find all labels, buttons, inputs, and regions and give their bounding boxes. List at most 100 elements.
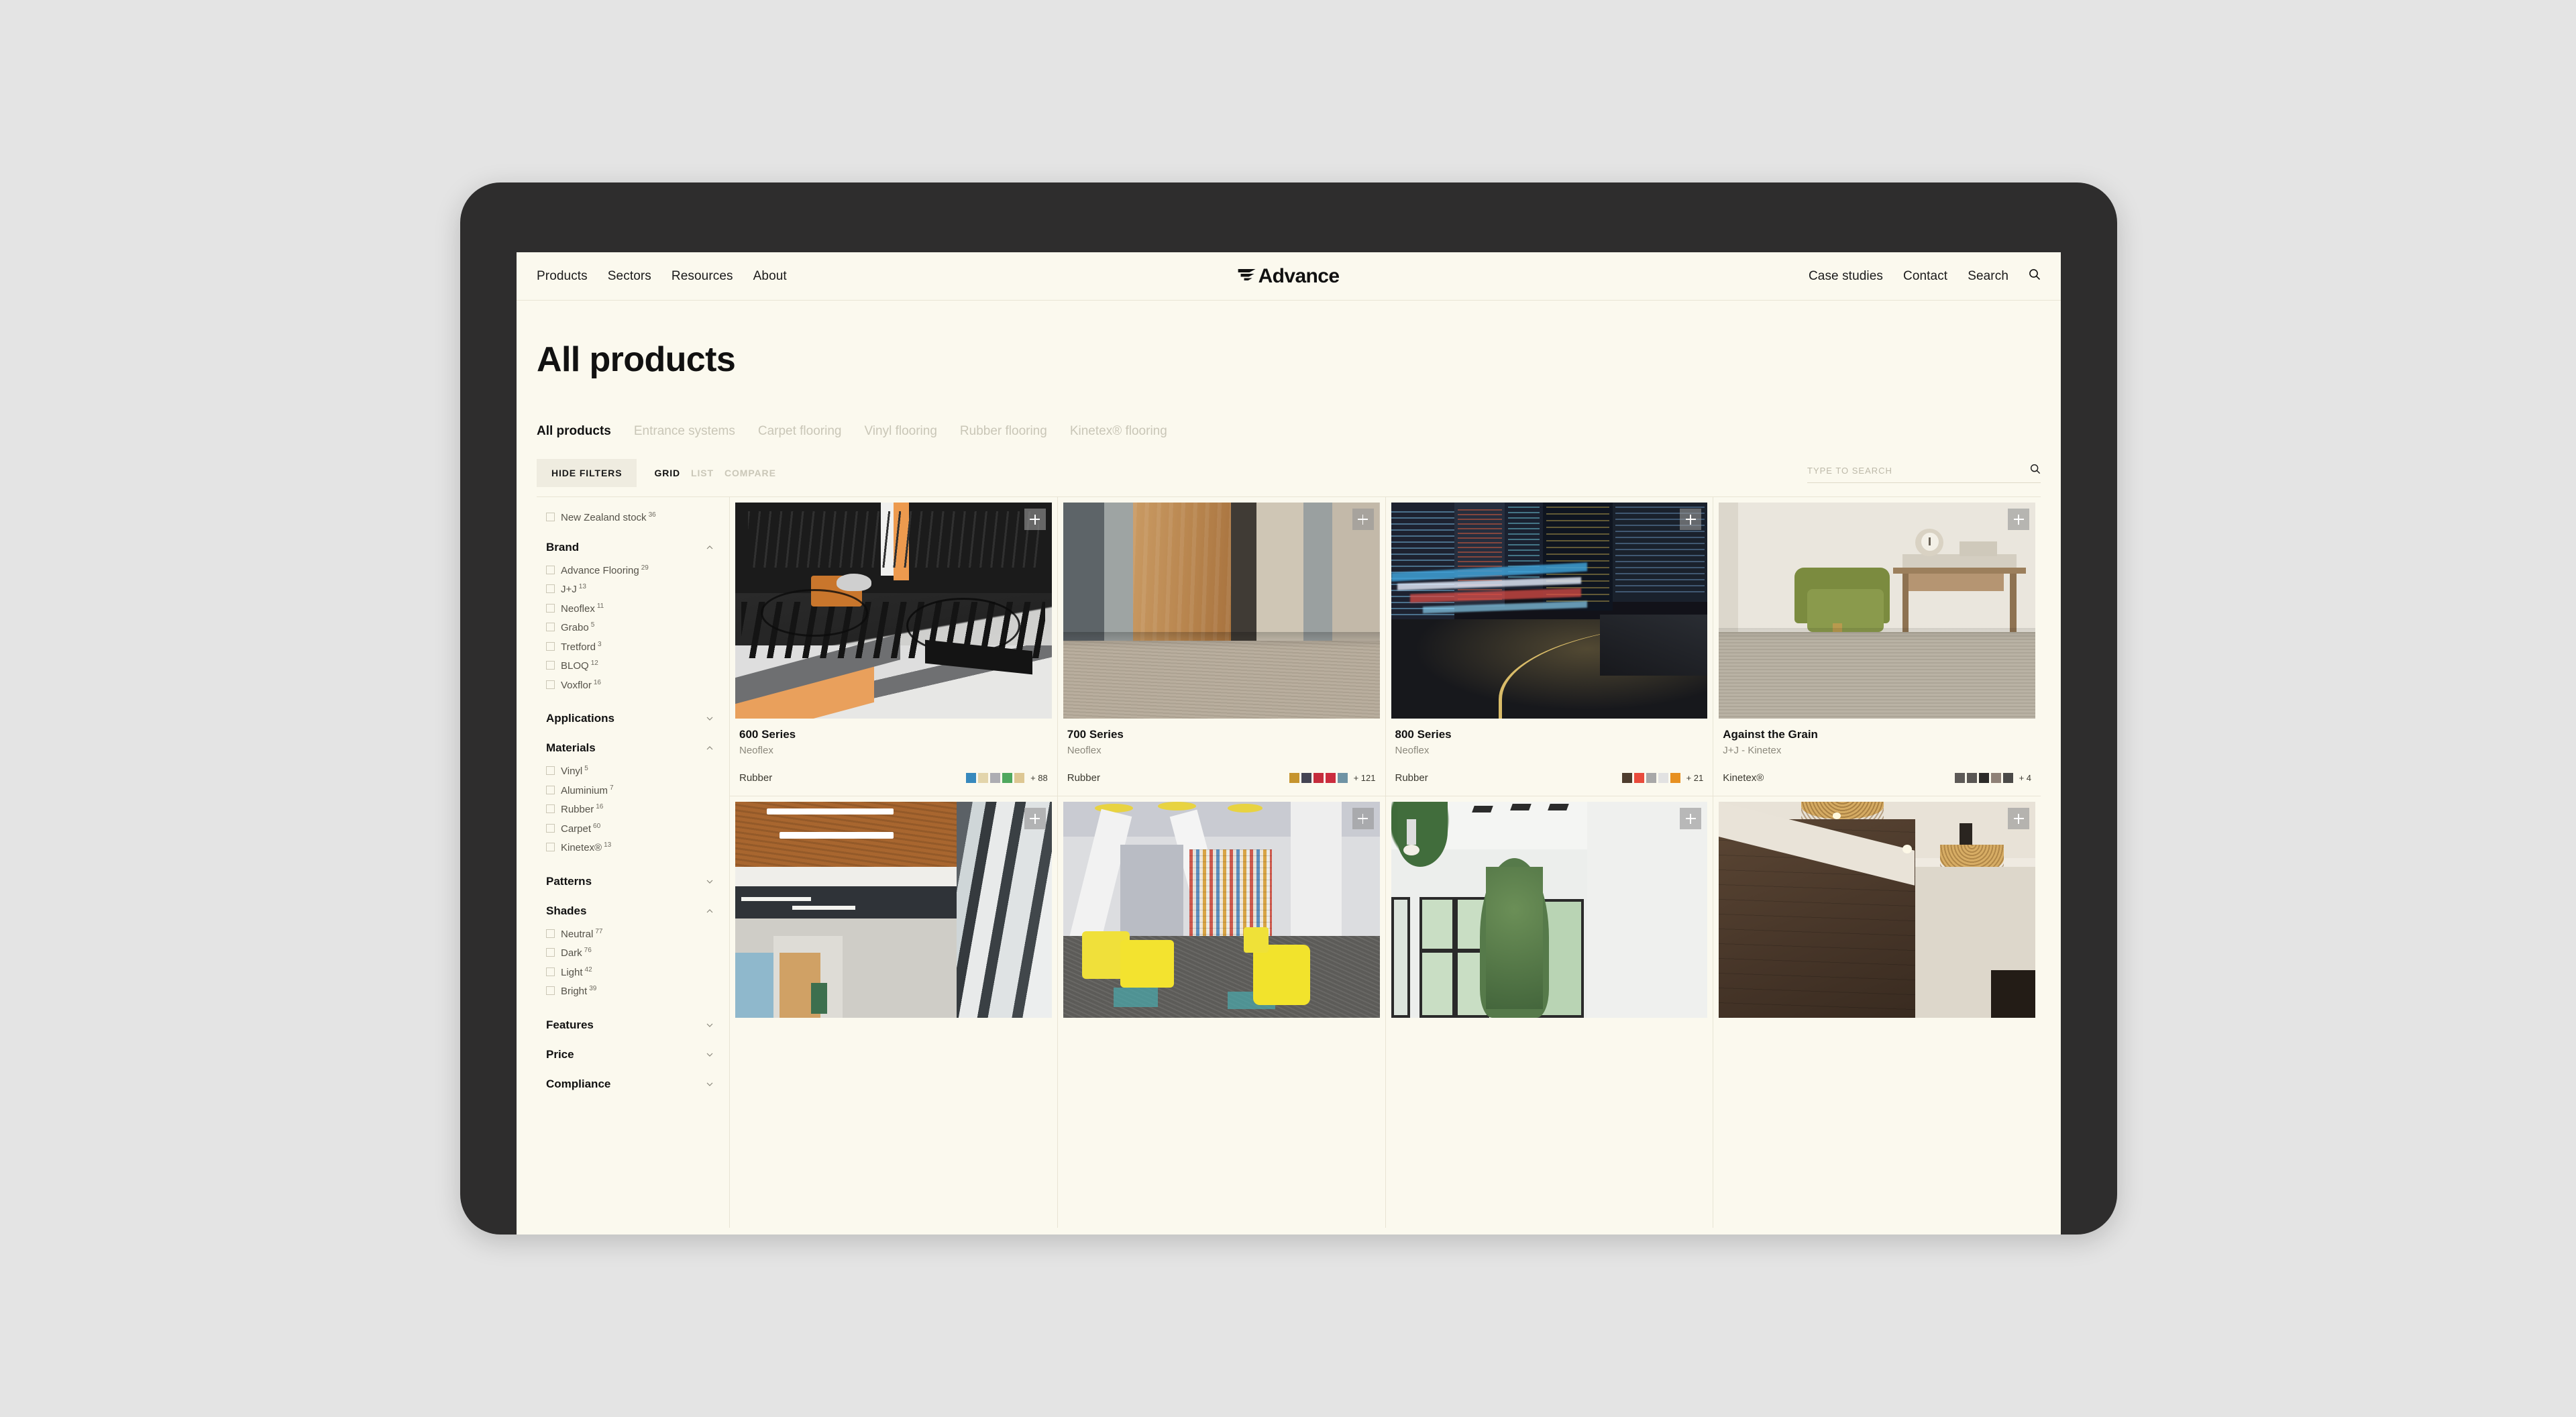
product-colour-swatches[interactable]: + 121 xyxy=(1289,773,1376,783)
product-image-bike-storage-room[interactable] xyxy=(735,503,1052,719)
filter-option-aluminium[interactable]: Aluminium 7 xyxy=(546,781,714,800)
tab-carpet-flooring[interactable]: Carpet flooring xyxy=(758,424,842,439)
product-image-city-night-street[interactable] xyxy=(1391,503,1708,719)
filter-option-dark[interactable]: Dark 76 xyxy=(546,943,714,963)
checkbox-icon[interactable] xyxy=(546,823,555,833)
nav-link-about[interactable]: About xyxy=(753,269,787,284)
checkbox-icon[interactable] xyxy=(546,929,555,938)
colour-swatch-more-count[interactable]: + 21 xyxy=(1686,773,1704,783)
search-icon[interactable] xyxy=(2029,268,2041,284)
filter-option-kinetex[interactable]: Kinetex® 13 xyxy=(546,838,714,857)
product-image-dark-wood-wall-pendants[interactable] xyxy=(1719,802,2035,1018)
checkbox-icon[interactable] xyxy=(546,785,555,794)
filter-group-compliance[interactable]: Compliance xyxy=(546,1068,714,1098)
filter-group-applications[interactable]: Applications xyxy=(546,702,714,732)
view-mode-grid[interactable]: GRID xyxy=(654,468,680,478)
nav-link-products[interactable]: Products xyxy=(537,269,588,284)
filter-option-advance-flooring[interactable]: Advance Flooring 29 xyxy=(546,561,714,580)
checkbox-icon[interactable] xyxy=(546,661,555,670)
chevron-down-icon[interactable] xyxy=(705,1080,714,1089)
filter-option-neutral[interactable]: Neutral 77 xyxy=(546,925,714,944)
tab-rubber-flooring[interactable]: Rubber flooring xyxy=(960,424,1047,439)
product-colour-swatches[interactable]: + 21 xyxy=(1621,773,1704,783)
chevron-down-icon[interactable] xyxy=(705,877,714,886)
filter-group-features[interactable]: Features xyxy=(546,1009,714,1039)
nav-link-contact[interactable]: Contact xyxy=(1903,269,1947,284)
checkbox-icon[interactable] xyxy=(546,641,555,651)
colour-swatch-more-count[interactable]: + 88 xyxy=(1030,773,1048,783)
add-to-compare-button[interactable] xyxy=(2008,808,2029,829)
filter-group-materials[interactable]: Materials xyxy=(546,732,714,762)
tab-vinyl-flooring[interactable]: Vinyl flooring xyxy=(864,424,936,439)
add-to-compare-button[interactable] xyxy=(1024,808,1046,829)
chevron-up-icon[interactable] xyxy=(705,906,714,916)
checkbox-icon[interactable] xyxy=(546,513,555,521)
filter-group-brand[interactable]: Brand xyxy=(546,531,714,561)
view-mode-list[interactable]: LIST xyxy=(691,468,714,478)
checkbox-icon[interactable] xyxy=(546,584,555,593)
product-card-against-the-grain[interactable]: Against the Grain J+J - Kinetex Kinetex® xyxy=(1713,497,2041,796)
tab-kinetex-flooring[interactable]: Kinetex® flooring xyxy=(1070,424,1167,439)
checkbox-icon[interactable] xyxy=(546,967,555,976)
filter-option-light[interactable]: Light 42 xyxy=(546,963,714,982)
hide-filters-button[interactable]: HIDE FILTERS xyxy=(537,459,637,487)
advance-logo[interactable]: Advance xyxy=(1238,265,1340,288)
search-input[interactable] xyxy=(1807,465,2030,476)
view-mode-compare[interactable]: COMPARE xyxy=(724,468,776,478)
checkbox-icon[interactable] xyxy=(546,843,555,851)
chevron-up-icon[interactable] xyxy=(705,543,714,552)
checkbox-icon[interactable] xyxy=(546,986,555,995)
nav-link-case-studies[interactable]: Case studies xyxy=(1809,269,1883,284)
filter-option-bloq[interactable]: BLOQ 12 xyxy=(546,656,714,676)
product-image-library-yellow-seats[interactable] xyxy=(1063,802,1380,1018)
nav-link-sectors[interactable]: Sectors xyxy=(608,269,651,284)
filter-option-new-zealand-stock[interactable]: New Zealand stock 36 xyxy=(546,508,714,527)
add-to-compare-button[interactable] xyxy=(1352,808,1374,829)
product-card-row2-2[interactable] xyxy=(1058,796,1385,1018)
filter-group-price[interactable]: Price xyxy=(546,1039,714,1068)
filter-option-tretford[interactable]: Tretford 3 xyxy=(546,637,714,657)
product-card-row2-1[interactable] xyxy=(730,796,1057,1018)
checkbox-icon[interactable] xyxy=(546,766,555,775)
product-image-office-corridor-carpet[interactable] xyxy=(1063,503,1380,719)
checkbox-icon[interactable] xyxy=(546,623,555,631)
filter-option-rubber[interactable]: Rubber 16 xyxy=(546,800,714,819)
filter-option-bright[interactable]: Bright 39 xyxy=(546,982,714,1001)
product-card-800-series[interactable]: 800 Series Neoflex Rubber + 21 xyxy=(1386,497,1713,796)
checkbox-icon[interactable] xyxy=(546,804,555,813)
filter-group-shades[interactable]: Shades xyxy=(546,895,714,925)
filter-option-voxflor[interactable]: Voxflor 16 xyxy=(546,676,714,695)
tab-entrance-systems[interactable]: Entrance systems xyxy=(634,424,735,439)
product-card-row2-4[interactable] xyxy=(1713,796,2041,1018)
product-image-bright-room-windows-trees[interactable] xyxy=(1391,802,1708,1018)
filter-option-carpet[interactable]: Carpet 60 xyxy=(546,819,714,839)
add-to-compare-button[interactable] xyxy=(1680,509,1702,530)
nav-link-search[interactable]: Search xyxy=(1968,269,2008,284)
checkbox-icon[interactable] xyxy=(546,603,555,613)
checkbox-icon[interactable] xyxy=(546,565,555,574)
chevron-up-icon[interactable] xyxy=(705,743,714,753)
add-to-compare-button[interactable] xyxy=(1352,509,1374,530)
checkbox-icon[interactable] xyxy=(546,948,555,957)
search-submit-icon[interactable] xyxy=(2030,464,2041,478)
chevron-down-icon[interactable] xyxy=(705,714,714,723)
nav-link-resources[interactable]: Resources xyxy=(672,269,733,284)
chevron-down-icon[interactable] xyxy=(705,1020,714,1030)
tab-all-products[interactable]: All products xyxy=(537,424,611,439)
filter-option-neoflex[interactable]: Neoflex 11 xyxy=(546,599,714,619)
filter-option-j-plus-j[interactable]: J+J 13 xyxy=(546,580,714,599)
filter-group-patterns[interactable]: Patterns xyxy=(546,865,714,895)
product-card-row2-3[interactable] xyxy=(1386,796,1713,1018)
add-to-compare-button[interactable] xyxy=(1024,509,1046,530)
product-image-office-green-chair-desk[interactable] xyxy=(1719,503,2035,719)
colour-swatch-more-count[interactable]: + 121 xyxy=(1354,773,1376,783)
product-card-600-series[interactable]: 600 Series Neoflex Rubber + 88 xyxy=(730,497,1057,796)
add-to-compare-button[interactable] xyxy=(1680,808,1702,829)
product-colour-swatches[interactable]: + 88 xyxy=(966,773,1048,783)
checkbox-icon[interactable] xyxy=(546,680,555,689)
filter-option-grabo[interactable]: Grabo 5 xyxy=(546,618,714,637)
colour-swatch-more-count[interactable]: + 4 xyxy=(2019,773,2031,783)
product-image-library-glass-interior[interactable] xyxy=(735,802,1052,1018)
product-colour-swatches[interactable]: + 4 xyxy=(1954,773,2031,783)
filter-option-vinyl[interactable]: Vinyl 5 xyxy=(546,762,714,781)
